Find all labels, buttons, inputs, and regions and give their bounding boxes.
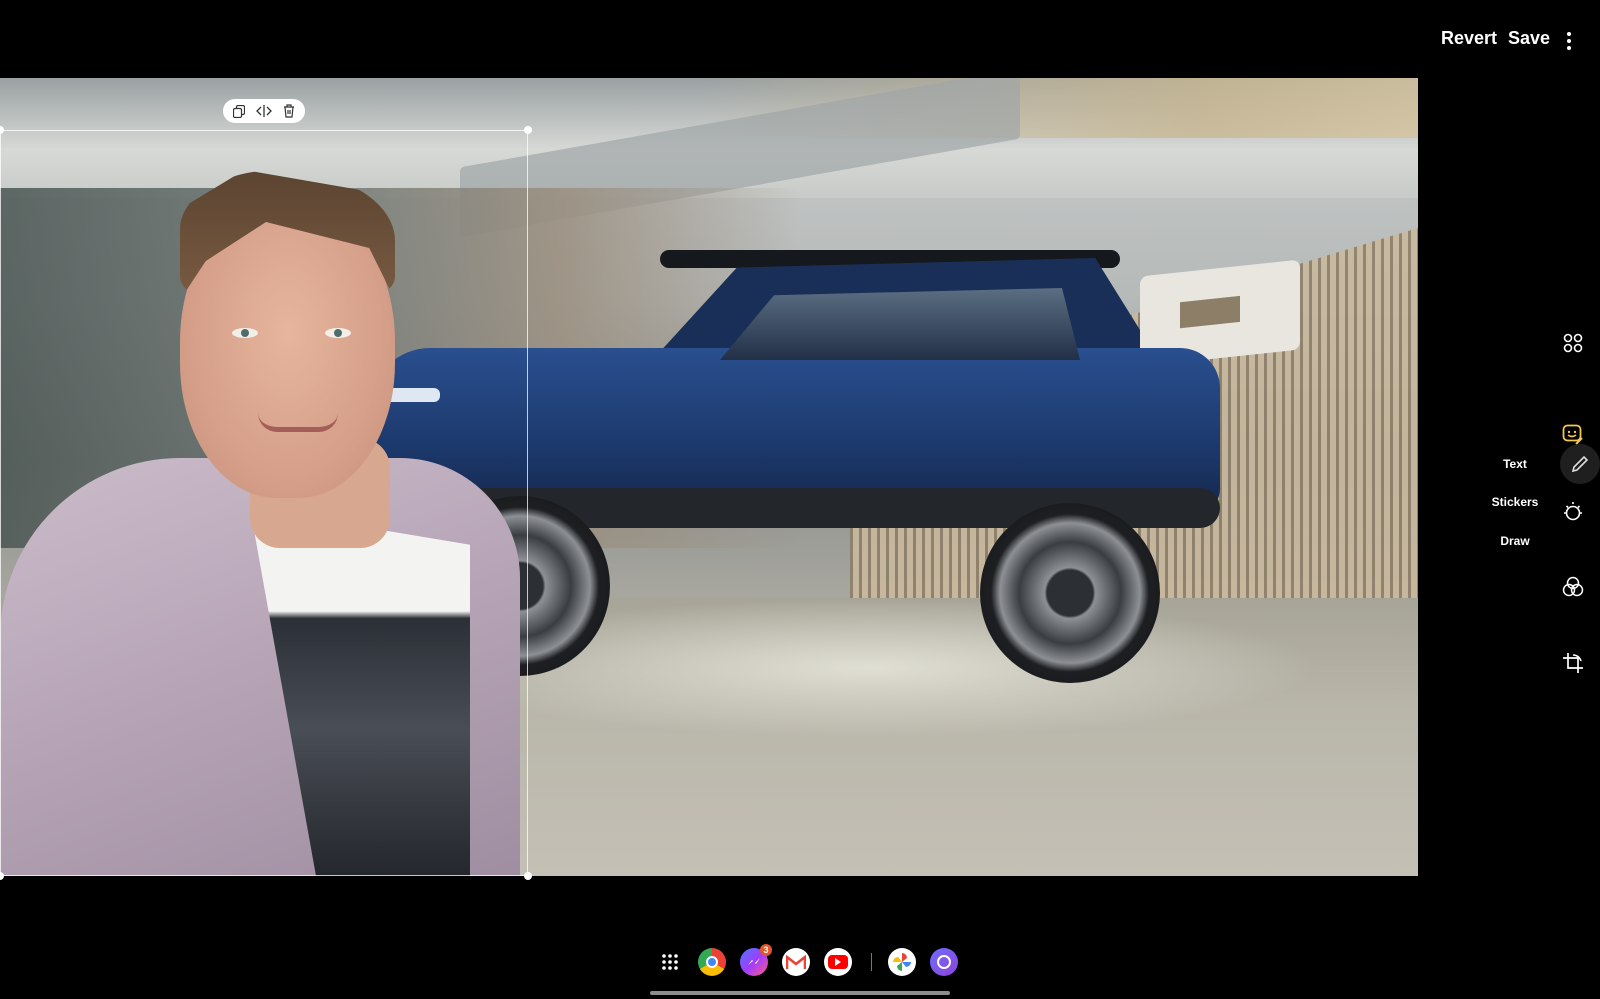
resize-handle-bottom-right[interactable] [524, 872, 532, 880]
dock-divider [871, 953, 872, 971]
save-button[interactable]: Save [1508, 28, 1550, 49]
car-rear-wheel [980, 503, 1160, 683]
menu-item-stickers[interactable]: Stickers [1480, 495, 1550, 509]
draw-pen-icon[interactable] [1560, 444, 1600, 484]
app-drawer-icon[interactable] [656, 948, 684, 976]
flip-icon[interactable] [255, 102, 273, 120]
selection-toolbar [223, 99, 305, 123]
brightness-icon[interactable] [1558, 497, 1588, 527]
photo-canvas[interactable] [0, 78, 1418, 876]
photos-icon[interactable] [888, 948, 916, 976]
chrome-icon[interactable] [698, 948, 726, 976]
selected-cutout-person[interactable] [0, 118, 530, 876]
duplicate-icon[interactable] [230, 102, 248, 120]
youtube-icon[interactable] [824, 948, 852, 976]
resize-handle-top-right[interactable] [524, 126, 532, 134]
more-vertical-icon[interactable] [1562, 30, 1576, 52]
grid-icon[interactable] [1558, 328, 1588, 358]
top-bar: Revert Save [0, 0, 1600, 78]
menu-item-draw[interactable]: Draw [1480, 534, 1550, 548]
filters-icon[interactable] [1558, 572, 1588, 602]
menu-item-text[interactable]: Text [1480, 457, 1550, 471]
gmail-icon[interactable] [782, 948, 810, 976]
messenger-badge: 3 [760, 944, 772, 956]
browser-icon[interactable] [930, 948, 958, 976]
resize-handle-bottom-left[interactable] [0, 872, 4, 880]
revert-button[interactable]: Revert [1441, 28, 1497, 49]
crop-rotate-icon[interactable] [1558, 648, 1588, 678]
home-gesture-bar[interactable] [650, 991, 950, 995]
delete-icon[interactable] [280, 102, 298, 120]
